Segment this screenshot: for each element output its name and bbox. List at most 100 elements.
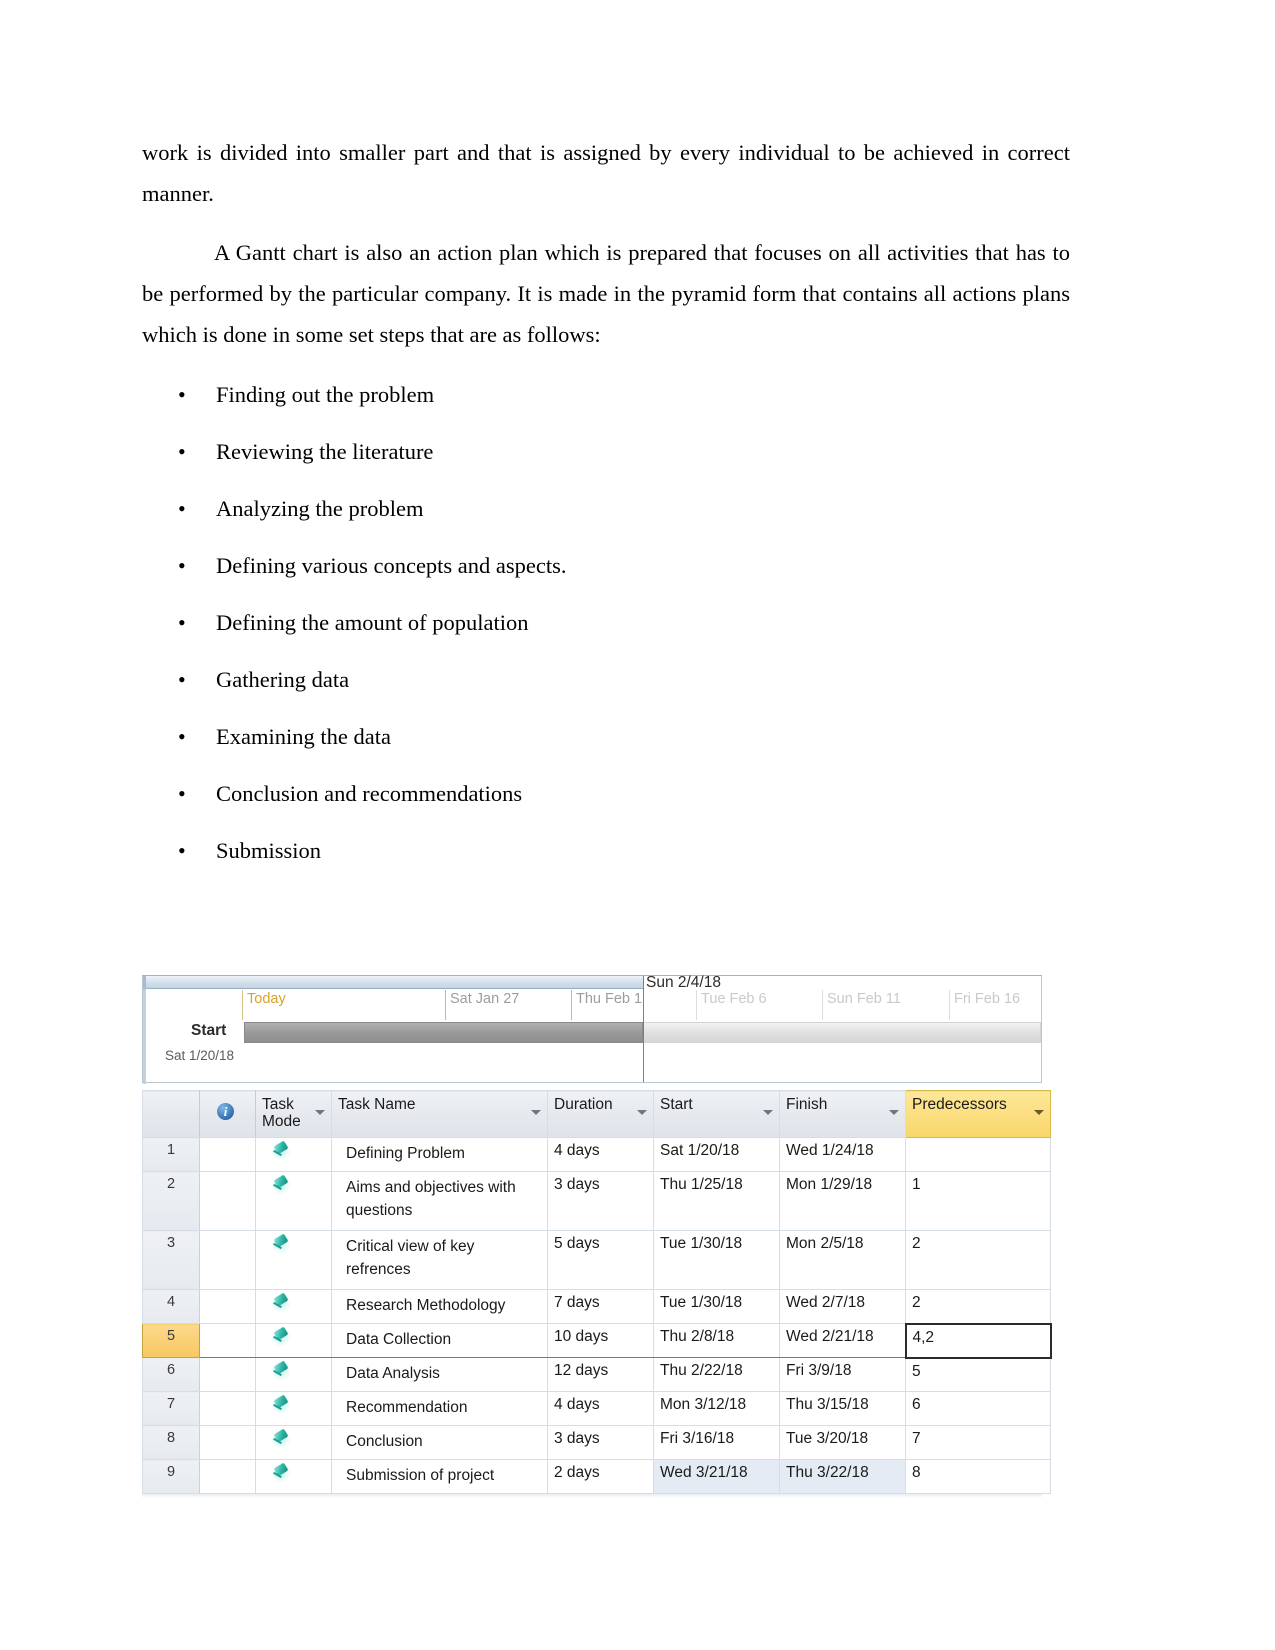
row-number[interactable]: 8	[142, 1425, 200, 1460]
table-row-selected[interactable]: 5 Data Collection 10 days Thu 2/8/18 Wed…	[142, 1322, 1052, 1359]
table-row[interactable]: 7 Recommendation 4 days Mon 3/12/18 Thu …	[142, 1391, 1051, 1426]
chevron-down-icon[interactable]	[1034, 1110, 1044, 1115]
duration-cell[interactable]: 7 days	[547, 1289, 654, 1324]
column-header-task-name[interactable]: Task Name	[331, 1090, 548, 1138]
chevron-down-icon[interactable]	[637, 1110, 647, 1115]
column-header-info[interactable]: i	[199, 1090, 256, 1138]
timeline-pane[interactable]: Sun 2/4/18 Today Sat Jan 27 Thu Feb 1 Tu…	[142, 974, 1042, 1084]
task-mode-cell[interactable]	[255, 1425, 332, 1460]
table-row[interactable]: 1 Defining Problem 4 days Sat 1/20/18 We…	[142, 1137, 1051, 1172]
start-cell[interactable]: Sat 1/20/18	[653, 1137, 780, 1172]
row-number[interactable]: 7	[142, 1391, 200, 1426]
start-cell[interactable]: Fri 3/16/18	[653, 1425, 780, 1460]
task-name-cell[interactable]: Critical view of key refrences	[331, 1230, 548, 1290]
start-cell[interactable]: Tue 1/30/18	[653, 1289, 780, 1324]
task-mode-cell[interactable]	[255, 1391, 332, 1426]
start-cell[interactable]: Thu 2/8/18	[653, 1323, 780, 1358]
column-header-duration[interactable]: Duration	[547, 1090, 654, 1138]
row-indicator-cell[interactable]	[199, 1391, 256, 1426]
row-number[interactable]: 1	[142, 1137, 200, 1172]
chevron-down-icon[interactable]	[315, 1110, 325, 1115]
start-cell[interactable]: Thu 2/22/18	[653, 1357, 780, 1392]
row-number[interactable]: 4	[142, 1289, 200, 1324]
duration-cell[interactable]: 3 days	[547, 1425, 654, 1460]
column-header-start[interactable]: Start	[653, 1090, 780, 1138]
start-cell[interactable]: Wed 3/21/18	[653, 1459, 780, 1494]
start-cell[interactable]: Thu 1/25/18	[653, 1171, 780, 1231]
duration-cell[interactable]: 10 days	[547, 1323, 654, 1358]
table-row[interactable]: 8 Conclusion 3 days Fri 3/16/18 Tue 3/20…	[142, 1425, 1051, 1460]
row-indicator-cell[interactable]	[199, 1323, 256, 1358]
row-number[interactable]: 9	[142, 1459, 200, 1494]
finish-cell[interactable]: Fri 3/9/18	[779, 1357, 906, 1392]
chevron-down-icon[interactable]	[889, 1110, 899, 1115]
task-mode-cell[interactable]	[255, 1171, 332, 1231]
row-number[interactable]: 2	[142, 1171, 200, 1231]
finish-cell[interactable]: Mon 1/29/18	[779, 1171, 906, 1231]
finish-cell[interactable]: Thu 3/15/18	[779, 1391, 906, 1426]
column-header-task-mode[interactable]: Task Mode	[255, 1090, 332, 1138]
start-cell[interactable]: Tue 1/30/18	[653, 1230, 780, 1290]
task-name-cell[interactable]: Conclusion	[331, 1425, 548, 1460]
predecessors-cell[interactable]	[905, 1137, 1051, 1172]
finish-cell[interactable]: Wed 2/7/18	[779, 1289, 906, 1324]
predecessors-cell[interactable]: 8	[905, 1459, 1051, 1494]
row-indicator-cell[interactable]	[199, 1137, 256, 1172]
task-mode-cell[interactable]	[255, 1137, 332, 1172]
task-mode-cell[interactable]	[255, 1357, 332, 1392]
table-row[interactable]: 9 Submission of project 2 days Wed 3/21/…	[142, 1459, 1051, 1494]
row-indicator-cell[interactable]	[199, 1357, 256, 1392]
task-entry-table[interactable]: i Task Mode Task Name Duration Start Fin…	[142, 1090, 1052, 1494]
predecessors-cell[interactable]: 6	[905, 1391, 1051, 1426]
duration-cell[interactable]: 4 days	[547, 1137, 654, 1172]
finish-cell[interactable]: Wed 2/21/18	[779, 1323, 906, 1358]
column-header-row-number[interactable]	[142, 1090, 200, 1138]
task-mode-cell[interactable]	[255, 1289, 332, 1324]
timeline-scroll-band[interactable]	[143, 976, 643, 989]
table-row[interactable]: 3 Critical view of key refrences 5 days …	[142, 1230, 1051, 1290]
timeline-bar-future[interactable]	[644, 1022, 1041, 1043]
duration-cell[interactable]: 12 days	[547, 1357, 654, 1392]
timeline-bar-past[interactable]	[244, 1022, 643, 1043]
row-indicator-cell[interactable]	[199, 1425, 256, 1460]
table-row[interactable]: 4 Research Methodology 7 days Tue 1/30/1…	[142, 1289, 1051, 1324]
task-name-cell[interactable]: Submission of project	[331, 1459, 548, 1494]
chevron-down-icon[interactable]	[531, 1110, 541, 1115]
predecessors-cell[interactable]: 7	[905, 1425, 1051, 1460]
row-number[interactable]: 5	[142, 1323, 200, 1358]
predecessors-cell[interactable]: 2	[905, 1289, 1051, 1324]
task-name-cell[interactable]: Defining Problem	[331, 1137, 548, 1172]
predecessors-cell[interactable]: 1	[905, 1171, 1051, 1231]
row-indicator-cell[interactable]	[199, 1230, 256, 1290]
column-header-finish[interactable]: Finish	[779, 1090, 906, 1138]
task-name-cell[interactable]: Aims and objectives with questions	[331, 1171, 548, 1231]
finish-cell[interactable]: Thu 3/22/18	[779, 1459, 906, 1494]
task-mode-cell[interactable]	[255, 1459, 332, 1494]
duration-cell[interactable]: 4 days	[547, 1391, 654, 1426]
task-name-cell[interactable]: Data Analysis	[331, 1357, 548, 1392]
task-name-cell[interactable]: Recommendation	[331, 1391, 548, 1426]
predecessors-cell[interactable]: 5	[905, 1357, 1051, 1392]
row-number[interactable]: 3	[142, 1230, 200, 1290]
table-row[interactable]: 2 Aims and objectives with questions 3 d…	[142, 1171, 1051, 1231]
table-row[interactable]: 6 Data Analysis 12 days Thu 2/22/18 Fri …	[142, 1357, 1051, 1392]
task-name-cell[interactable]: Research Methodology	[331, 1289, 548, 1324]
column-header-predecessors[interactable]: Predecessors	[905, 1090, 1051, 1138]
task-mode-cell[interactable]	[255, 1323, 332, 1358]
duration-cell[interactable]: 5 days	[547, 1230, 654, 1290]
finish-cell[interactable]: Mon 2/5/18	[779, 1230, 906, 1290]
predecessors-cell[interactable]: 2	[905, 1230, 1051, 1290]
finish-cell[interactable]: Wed 1/24/18	[779, 1137, 906, 1172]
row-number[interactable]: 6	[142, 1357, 200, 1392]
chevron-down-icon[interactable]	[763, 1110, 773, 1115]
duration-cell[interactable]: 2 days	[547, 1459, 654, 1494]
row-indicator-cell[interactable]	[199, 1171, 256, 1231]
finish-cell[interactable]: Tue 3/20/18	[779, 1425, 906, 1460]
row-indicator-cell[interactable]	[199, 1459, 256, 1494]
row-indicator-cell[interactable]	[199, 1289, 256, 1324]
predecessors-cell-active[interactable]: 4,2	[904, 1322, 1052, 1359]
task-mode-cell[interactable]	[255, 1230, 332, 1290]
duration-cell[interactable]: 3 days	[547, 1171, 654, 1231]
start-cell[interactable]: Mon 3/12/18	[653, 1391, 780, 1426]
task-name-cell[interactable]: Data Collection	[331, 1323, 548, 1358]
